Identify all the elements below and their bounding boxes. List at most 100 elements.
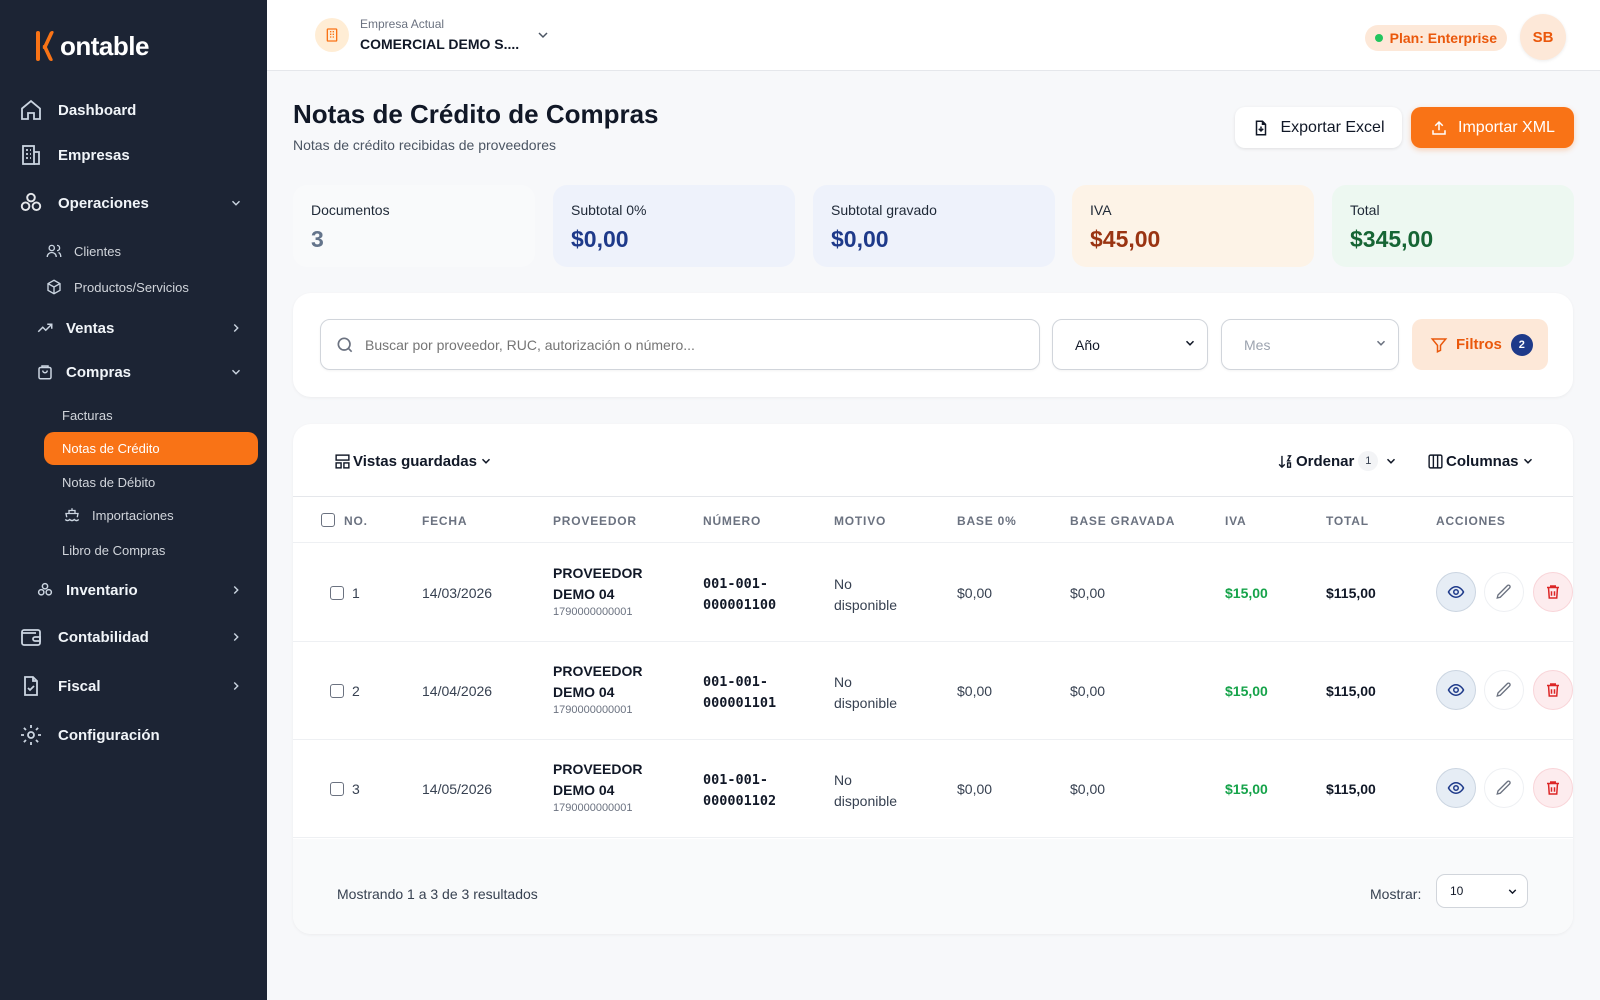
delete-button[interactable]	[1533, 572, 1573, 612]
columns-button[interactable]: Columnas	[1427, 450, 1535, 472]
delete-button[interactable]	[1533, 670, 1573, 710]
cell-total: $115,00	[1326, 683, 1376, 699]
sidebar-item-label: Compras	[66, 363, 132, 381]
chevron-down-icon	[1521, 454, 1535, 468]
sidebar-item-notas-debito[interactable]: Notas de Débito	[62, 468, 155, 496]
cell-fecha: 14/04/2026	[422, 683, 493, 699]
stat-value: $0,00	[831, 226, 889, 252]
delete-button[interactable]	[1533, 768, 1573, 808]
saved-views-button[interactable]: Vistas guardadas	[334, 450, 493, 472]
cell-no: 3	[352, 781, 360, 797]
export-excel-button[interactable]: Exportar Excel	[1235, 107, 1402, 148]
column-header-motivo[interactable]: MOTIVO	[834, 514, 886, 528]
sidebar-item-contabilidad[interactable]: Contabilidad	[18, 619, 251, 655]
wallet-icon	[18, 624, 44, 650]
eye-icon	[1447, 583, 1465, 601]
import-xml-button[interactable]: Importar XML	[1411, 107, 1574, 148]
sidebar-item-compras[interactable]: Compras	[34, 355, 251, 389]
sidebar-item-fiscal[interactable]: Fiscal	[18, 668, 251, 704]
sort-button[interactable]: Ordenar 1	[1277, 450, 1398, 472]
logo-text: ontable	[60, 30, 149, 61]
boxes-icon	[34, 579, 56, 601]
table-row[interactable]: 2 14/04/2026 PROVEEDOR DEMO 04 179000000…	[293, 642, 1573, 740]
row-checkbox[interactable]	[330, 586, 344, 600]
table-row[interactable]: 3 14/05/2026 PROVEEDOR DEMO 04 179000000…	[293, 740, 1573, 838]
provider-name-line1: PROVEEDOR	[553, 565, 643, 581]
file-download-icon	[1252, 119, 1270, 137]
chevron-right-icon	[227, 677, 245, 695]
column-header-proveedor[interactable]: PROVEEDOR	[553, 514, 637, 528]
chevron-down-icon[interactable]	[535, 27, 551, 48]
sidebar-item-label: Empresas	[58, 146, 130, 164]
users-icon	[44, 241, 64, 261]
status-dot	[1374, 34, 1383, 42]
column-header-fecha[interactable]: FECHA	[422, 514, 467, 528]
provider-name-line1: PROVEEDOR	[553, 663, 643, 679]
cell-motivo: No disponible	[834, 574, 897, 616]
cell-total: $115,00	[1326, 781, 1376, 797]
provider-ruc: 1790000000001	[553, 704, 633, 716]
motivo-line1: No	[834, 674, 852, 690]
view-button[interactable]	[1436, 572, 1476, 612]
edit-button[interactable]	[1484, 572, 1524, 612]
sidebar-item-facturas[interactable]: Facturas	[62, 401, 113, 429]
chevron-down-icon	[1506, 885, 1519, 898]
sidebar-item-importaciones[interactable]: Importaciones	[62, 501, 174, 529]
trending-up-icon	[34, 317, 56, 339]
sidebar-item-ventas[interactable]: Ventas	[34, 311, 251, 345]
column-header-numero[interactable]: NÚMERO	[703, 514, 761, 528]
cell-base-gravada: $0,00	[1070, 683, 1106, 699]
sidebar-item-dashboard[interactable]: Dashboard	[18, 92, 251, 128]
sidebar-item-clientes[interactable]: Clientes	[44, 236, 121, 266]
row-checkbox[interactable]	[330, 684, 344, 698]
stat-label: Documentos	[311, 202, 390, 218]
view-button[interactable]	[1436, 768, 1476, 808]
stat-label: IVA	[1090, 202, 1112, 218]
company-selector[interactable]: COMERCIAL DEMO S....	[360, 36, 519, 52]
avatar[interactable]: SB	[1520, 14, 1566, 60]
filters-button[interactable]: Filtros 2	[1412, 319, 1548, 370]
eye-icon	[1447, 779, 1465, 797]
sidebar-item-empresas[interactable]: Empresas	[18, 137, 251, 173]
edit-button[interactable]	[1484, 670, 1524, 710]
motivo-line2: disponible	[834, 793, 898, 809]
sidebar-item-label: Dashboard	[58, 101, 137, 119]
chevron-right-icon	[227, 581, 245, 599]
month-select[interactable]: Mes	[1221, 319, 1399, 370]
chevron-right-icon	[227, 319, 245, 337]
column-header-total[interactable]: TOTAL	[1326, 514, 1369, 528]
cell-iva: $15,00	[1225, 585, 1268, 601]
filters-count-badge: 2	[1510, 333, 1533, 356]
stat-value: $45,00	[1090, 226, 1161, 252]
view-button[interactable]	[1436, 670, 1476, 710]
select-all-checkbox[interactable]	[321, 513, 335, 527]
page-size-select[interactable]: 10	[1436, 874, 1528, 908]
year-select[interactable]: Año	[1052, 319, 1208, 370]
sidebar-item-operaciones[interactable]: Operaciones	[18, 185, 251, 221]
building-icon[interactable]	[315, 18, 349, 52]
sidebar-item-label: Fiscal	[58, 677, 101, 695]
row-checkbox[interactable]	[330, 782, 344, 796]
stat-value: $345,00	[1350, 226, 1434, 252]
edit-button[interactable]	[1484, 768, 1524, 808]
sidebar-item-notas-credito[interactable]: Notas de Crédito	[44, 432, 258, 465]
column-header-base-gravada[interactable]: BASE GRAVADA	[1070, 514, 1175, 528]
column-header-no[interactable]: NO.	[344, 514, 368, 528]
sidebar-item-inventario[interactable]: Inventario	[34, 573, 251, 607]
cell-proveedor: PROVEEDOR DEMO 04 1790000000001	[553, 759, 642, 814]
column-header-base0[interactable]: BASE 0%	[957, 514, 1017, 528]
sidebar-item-libro-compras[interactable]: Libro de Compras	[62, 536, 165, 564]
table-card: Vistas guardadas Ordenar 1 Columnas NO. …	[293, 424, 1573, 934]
cell-numero: 001-001- 000001101	[703, 672, 776, 714]
provider-ruc: 1790000000001	[553, 606, 633, 618]
column-header-iva[interactable]: IVA	[1225, 514, 1247, 528]
cell-proveedor: PROVEEDOR DEMO 04 1790000000001	[553, 563, 642, 618]
logo[interactable]: ontable	[34, 28, 149, 64]
sidebar-item-productos[interactable]: Productos/Servicios	[44, 272, 189, 302]
search-box[interactable]	[320, 319, 1040, 370]
search-input[interactable]	[365, 336, 1005, 353]
table-row[interactable]: 1 14/03/2026 PROVEEDOR DEMO 04 179000000…	[293, 544, 1573, 642]
cell-no: 2	[352, 683, 360, 699]
gear-icon	[18, 722, 44, 748]
sidebar-item-configuracion[interactable]: Configuración	[18, 717, 251, 753]
